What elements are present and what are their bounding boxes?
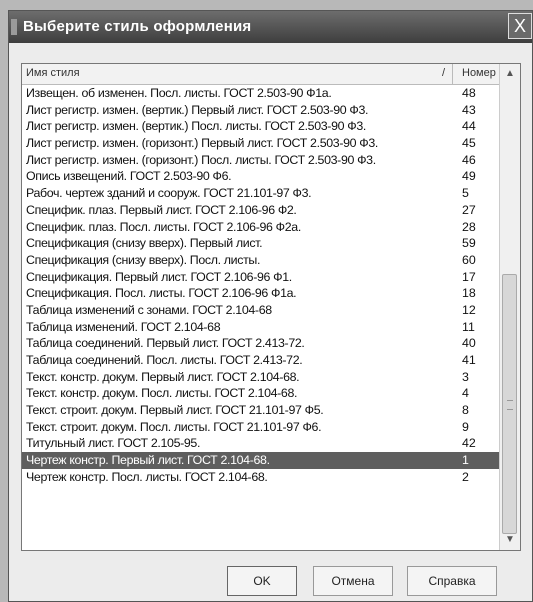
style-number: 42 xyxy=(462,436,476,451)
styles-list[interactable]: Имя стиля / Номер Извещен. об изменен. П… xyxy=(21,63,521,551)
list-item[interactable]: Спецификация (снизу вверх). Посл. листы.… xyxy=(22,252,500,269)
style-name: Текст. строит. докум. Посл. листы. ГОСТ … xyxy=(26,419,322,434)
style-name: Таблица изменений с зонами. ГОСТ 2.104-6… xyxy=(26,302,272,317)
style-dialog: Выберите стиль оформления X Имя стиля / … xyxy=(8,10,533,602)
list-item-selected[interactable]: Чертеж констр. Первый лист. ГОСТ 2.104-6… xyxy=(22,452,500,469)
close-icon[interactable]: X xyxy=(508,13,532,39)
list-item[interactable]: Таблица соединений. Посл. листы. ГОСТ 2.… xyxy=(22,352,500,369)
list-item[interactable]: Опись извещений. ГОСТ 2.503-90 Ф6. 49 xyxy=(22,168,500,185)
style-name: Специфик. плаз. Посл. листы. ГОСТ 2.106-… xyxy=(26,219,301,234)
style-number: 17 xyxy=(462,269,476,284)
style-name: Таблица соединений. Первый лист. ГОСТ 2.… xyxy=(26,336,305,351)
list-item[interactable]: Текст. констр. докум. Первый лист. ГОСТ … xyxy=(22,369,500,386)
list-item[interactable]: Рабоч. чертеж зданий и сооруж. ГОСТ 21.1… xyxy=(22,185,500,202)
style-name: Опись извещений. ГОСТ 2.503-90 Ф6. xyxy=(26,169,232,184)
style-number: 18 xyxy=(462,286,476,301)
style-number: 43 xyxy=(462,102,476,117)
window-icon xyxy=(11,19,17,35)
list-header: Имя стиля / Номер xyxy=(22,64,500,85)
help-button[interactable]: Справка xyxy=(407,566,497,596)
style-name: Лист регистр. измен. (горизонт.) Посл. л… xyxy=(26,152,376,167)
style-number: 48 xyxy=(462,86,476,100)
list-rows: Извещен. об изменен. Посл. листы. ГОСТ 2… xyxy=(22,85,500,494)
ok-button[interactable]: OK xyxy=(227,566,297,596)
style-number: 60 xyxy=(462,252,476,267)
list-item[interactable]: Спецификация (снизу вверх). Первый лист.… xyxy=(22,235,500,252)
column-header-name[interactable]: Имя стиля xyxy=(26,67,80,79)
list-item[interactable]: Лист регистр. измен. (горизонт.) Посл. л… xyxy=(22,152,500,169)
style-name: Рабоч. чертеж зданий и сооруж. ГОСТ 21.1… xyxy=(26,186,312,201)
style-number: 2 xyxy=(462,469,469,484)
style-number: 8 xyxy=(462,403,469,418)
style-number: 59 xyxy=(462,236,476,251)
list-item[interactable]: Текст. строит. докум. Посл. листы. ГОСТ … xyxy=(22,419,500,436)
style-name: Текст. констр. докум. Первый лист. ГОСТ … xyxy=(26,369,300,384)
style-name: Лист регистр. измен. (горизонт.) Первый … xyxy=(26,136,378,151)
style-number: 40 xyxy=(462,336,476,351)
style-name: Лист регистр. измен. (вертик.) Посл. лис… xyxy=(26,119,366,134)
style-name: Спецификация (снизу вверх). Посл. листы. xyxy=(26,252,261,267)
style-name: Извещен. об изменен. Посл. листы. ГОСТ 2… xyxy=(26,86,332,100)
vertical-scrollbar[interactable]: ▲ ▼ xyxy=(499,64,520,550)
column-divider[interactable] xyxy=(452,64,453,84)
style-number: 46 xyxy=(462,152,476,167)
style-number: 11 xyxy=(462,319,475,334)
style-number: 45 xyxy=(462,136,476,151)
title-bar[interactable]: Выберите стиль оформления X xyxy=(9,11,532,43)
list-item[interactable]: Таблица изменений. ГОСТ 2.104-68 11 xyxy=(22,319,500,336)
style-number: 12 xyxy=(462,302,476,317)
style-name: Спецификация. Первый лист. ГОСТ 2.106-96… xyxy=(26,269,292,284)
dialog-title: Выберите стиль оформления xyxy=(23,18,252,35)
style-name: Лист регистр. измен. (вертик.) Первый ли… xyxy=(26,102,369,117)
list-item[interactable]: Чертеж констр. Посл. листы. ГОСТ 2.104-6… xyxy=(22,469,500,486)
column-header-number[interactable]: Номер xyxy=(462,67,496,79)
style-name: Спецификация. Посл. листы. ГОСТ 2.106-96… xyxy=(26,286,297,301)
sort-indicator: / xyxy=(442,67,446,79)
scroll-thumb[interactable] xyxy=(502,274,517,534)
style-name: Таблица соединений. Посл. листы. ГОСТ 2.… xyxy=(26,353,303,367)
style-number: 9 xyxy=(462,419,469,434)
style-name: Чертеж констр. Первый лист. ГОСТ 2.104-6… xyxy=(26,453,270,468)
list-item[interactable]: Специфик. плаз. Первый лист. ГОСТ 2.106-… xyxy=(22,202,500,219)
style-name: Титульный лист. ГОСТ 2.105-95. xyxy=(26,436,201,451)
list-item[interactable]: Таблица соединений. Первый лист. ГОСТ 2.… xyxy=(22,335,500,352)
style-name: Таблица изменений. ГОСТ 2.104-68 xyxy=(26,319,221,334)
list-item[interactable]: Лист регистр. измен. (горизонт.) Первый … xyxy=(22,135,500,152)
list-item[interactable]: Лист регистр. измен. (вертик.) Первый ли… xyxy=(22,102,500,119)
list-item[interactable]: Текст. строит. докум. Первый лист. ГОСТ … xyxy=(22,402,500,419)
style-name: Специфик. плаз. Первый лист. ГОСТ 2.106-… xyxy=(26,202,297,217)
style-number: 27 xyxy=(462,202,476,217)
style-name: Спецификация (снизу вверх). Первый лист. xyxy=(26,236,263,251)
style-number: 4 xyxy=(462,386,469,401)
style-number: 3 xyxy=(462,369,469,384)
list-item[interactable]: Титульный лист. ГОСТ 2.105-95. 42 xyxy=(22,435,500,452)
scroll-down-icon[interactable]: ▼ xyxy=(500,530,520,550)
cancel-button[interactable]: Отмена xyxy=(313,566,393,596)
style-number: 1 xyxy=(462,453,469,468)
style-name: Чертеж констр. Посл. листы. ГОСТ 2.104-6… xyxy=(26,469,268,484)
style-name: Текст. строит. докум. Первый лист. ГОСТ … xyxy=(26,403,324,418)
style-number: 28 xyxy=(462,219,476,234)
list-item[interactable]: Спецификация. Посл. листы. ГОСТ 2.106-96… xyxy=(22,285,500,302)
grip-icon xyxy=(507,400,513,410)
list-item[interactable]: Текст. констр. докум. Посл. листы. ГОСТ … xyxy=(22,385,500,402)
style-name: Текст. констр. докум. Посл. листы. ГОСТ … xyxy=(26,386,298,401)
list-item[interactable]: Извещен. об изменен. Посл. листы. ГОСТ 2… xyxy=(22,85,500,102)
style-number: 41 xyxy=(462,353,476,367)
scroll-up-icon[interactable]: ▲ xyxy=(500,64,520,84)
list-item[interactable]: Спецификация. Первый лист. ГОСТ 2.106-96… xyxy=(22,269,500,286)
style-number: 44 xyxy=(462,119,476,134)
style-number: 49 xyxy=(462,169,476,184)
list-item[interactable]: Лист регистр. измен. (вертик.) Посл. лис… xyxy=(22,118,500,135)
list-item-partial[interactable] xyxy=(22,486,500,494)
style-number: 5 xyxy=(462,186,469,201)
list-item[interactable]: Специфик. плаз. Посл. листы. ГОСТ 2.106-… xyxy=(22,219,500,236)
list-item[interactable]: Таблица изменений с зонами. ГОСТ 2.104-6… xyxy=(22,302,500,319)
